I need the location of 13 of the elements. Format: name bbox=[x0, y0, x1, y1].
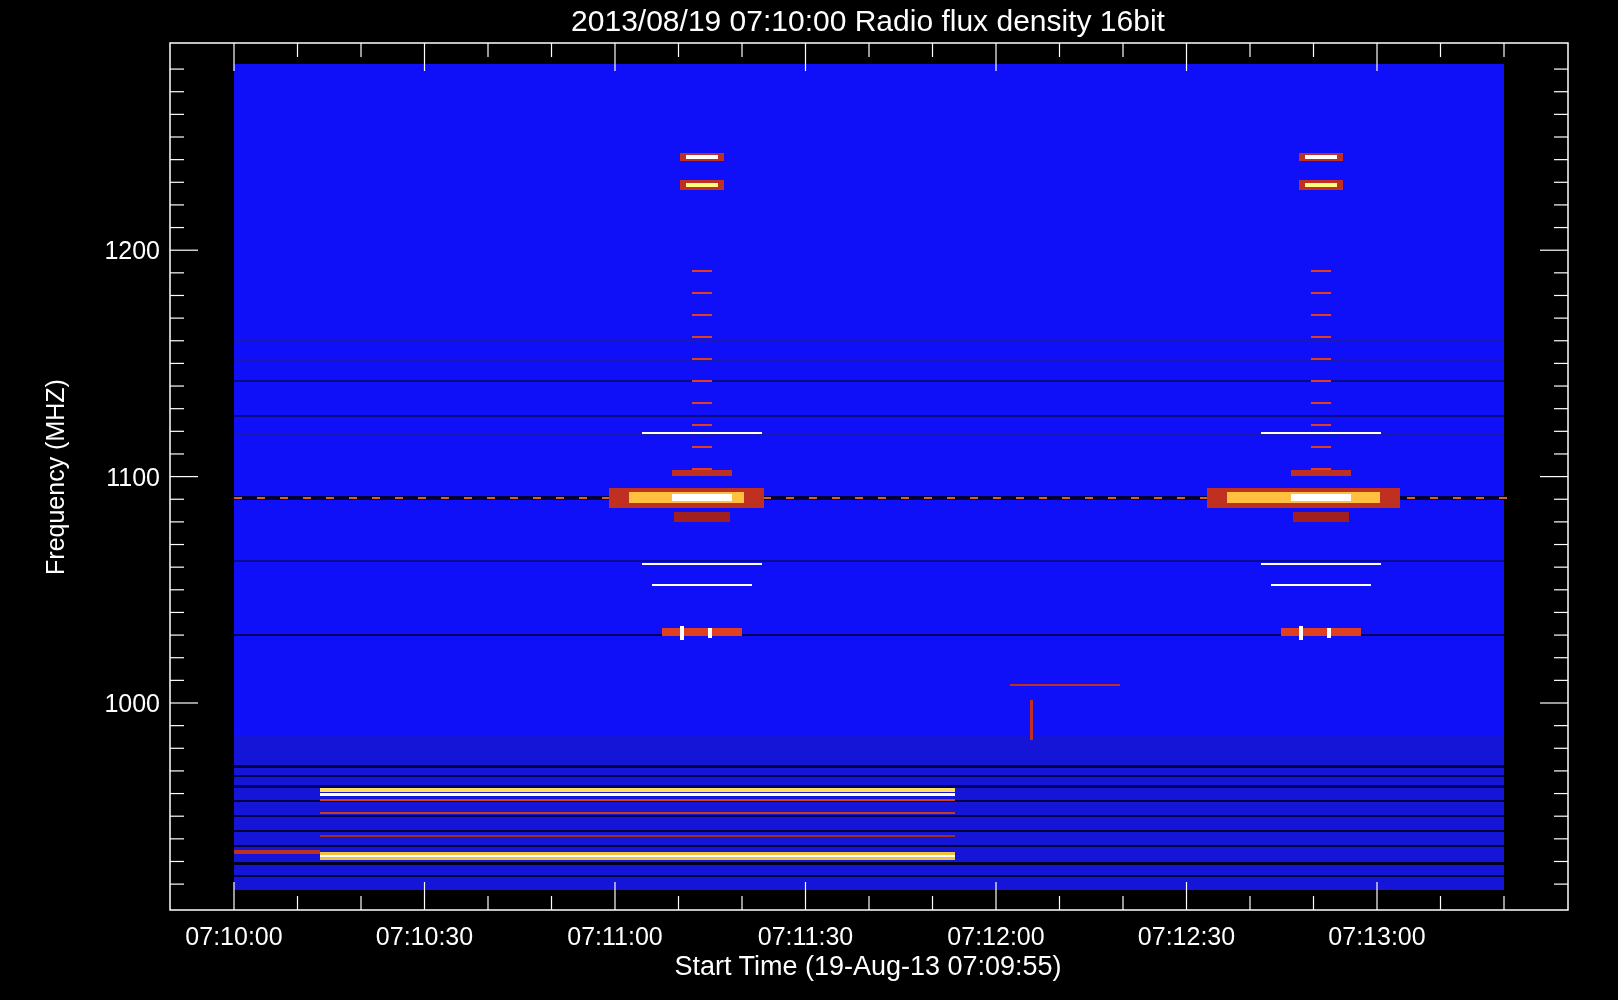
y-tick-label: 1100 bbox=[106, 462, 160, 491]
chart-title: 2013/08/19 07:10:00 Radio flux density 16bit bbox=[571, 4, 1165, 37]
x-tick-label: 07:10:00 bbox=[185, 922, 283, 950]
y-tick-label: 1200 bbox=[104, 236, 160, 265]
x-tick-label: 07:13:00 bbox=[1328, 922, 1426, 950]
x-axis-label: Start Time (19-Aug-13 07:09:55) bbox=[674, 951, 1062, 981]
y-tick-label: 1000 bbox=[104, 689, 160, 717]
x-tick-label: 07:10:30 bbox=[375, 922, 474, 950]
x-tick-label: 07:12:00 bbox=[947, 922, 1045, 950]
x-tick-label: 07:11:30 bbox=[757, 922, 854, 950]
y-axis-label: Frequency (MHZ) bbox=[41, 379, 69, 575]
x-tick-label: 07:12:30 bbox=[1137, 922, 1236, 950]
x-tick-label: 07:11:00 bbox=[567, 922, 663, 950]
